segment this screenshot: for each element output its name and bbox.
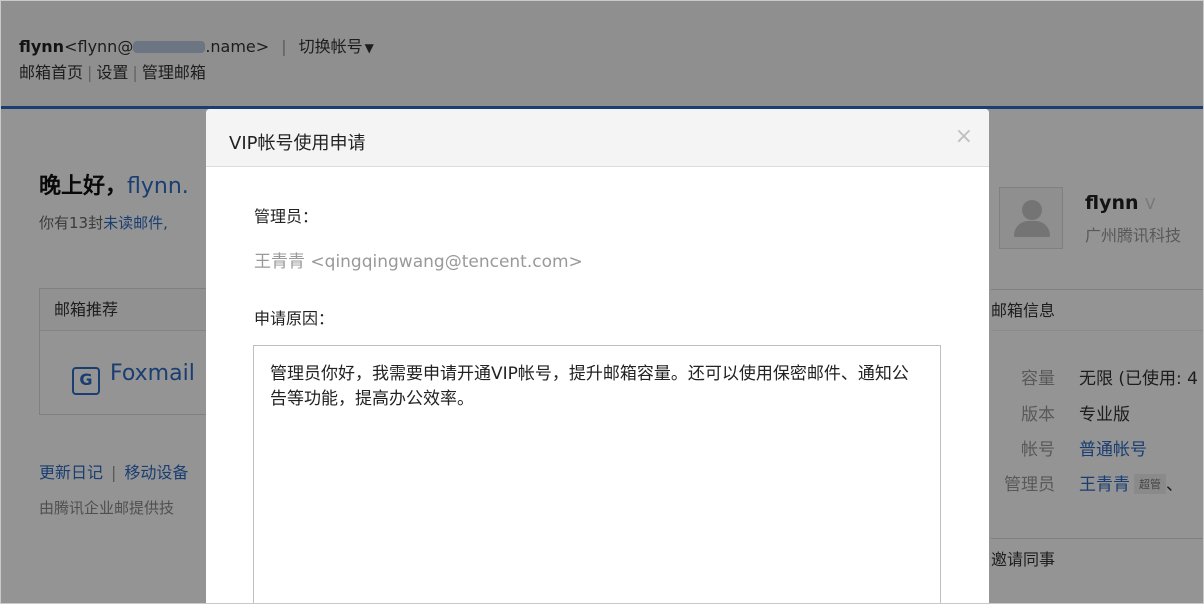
- app-window: flynn<flynn@ .name> | 切换帐号 ▼ 邮箱首页 | 设置 | 管理邮箱 晚上…: [0, 0, 1204, 604]
- reason-label: 申请原因：: [254, 309, 335, 328]
- dialog-header: VIP帐号使用申请 ×: [206, 109, 989, 167]
- vip-apply-dialog: VIP帐号使用申请 × 管理员： 王青青 <qingqingwang@tence…: [206, 109, 989, 603]
- close-icon[interactable]: ×: [955, 124, 973, 149]
- admin-label: 管理员：: [254, 207, 319, 226]
- dialog-title: VIP帐号使用申请: [229, 133, 366, 154]
- admin-value: 王青青 <qingqingwang@tencent.com>: [254, 252, 583, 272]
- reason-textarea[interactable]: 管理员你好，我需要申请开通VIP帐号，提升邮箱容量。还可以使用保密邮件、通知公告…: [253, 345, 941, 603]
